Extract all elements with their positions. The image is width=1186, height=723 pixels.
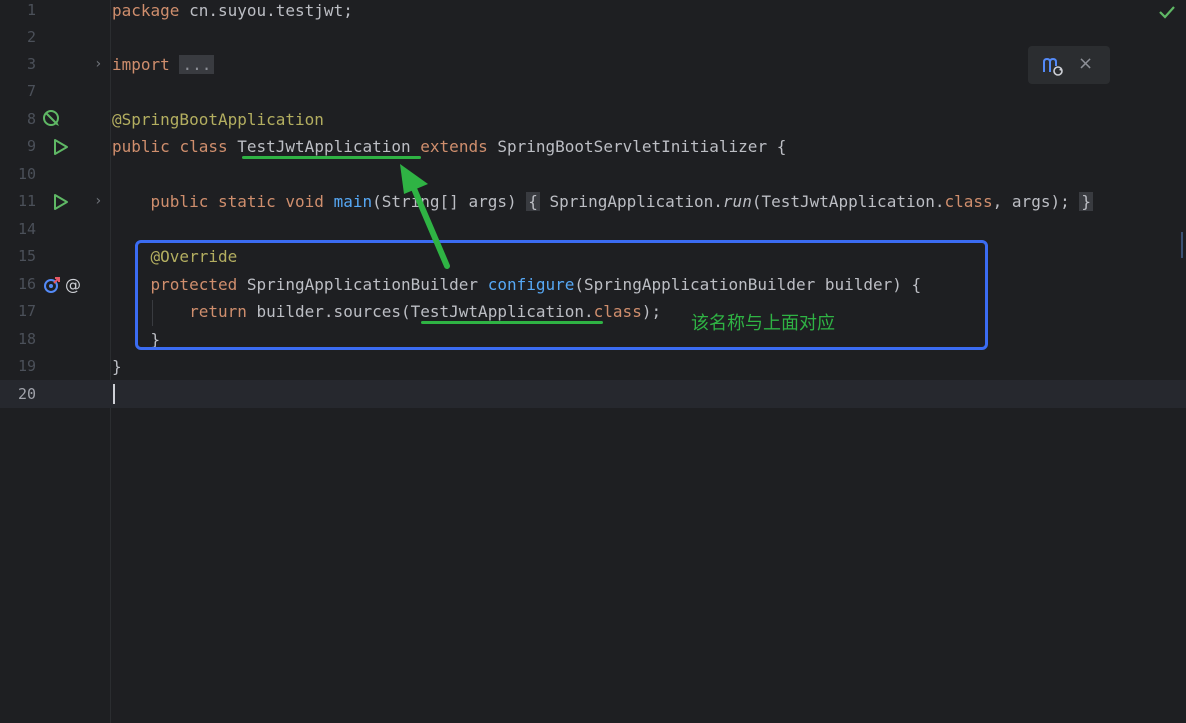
keyword: extends	[420, 137, 488, 156]
line-number-20: 20	[17, 385, 36, 403]
class-name: TestJwtApplication	[237, 137, 411, 156]
override-icon[interactable]	[42, 275, 62, 295]
annotation: @SpringBootApplication	[112, 110, 324, 129]
class-keyword: class	[944, 192, 993, 211]
method-name: main	[333, 192, 373, 211]
highlight-box	[135, 240, 988, 350]
brace: }	[112, 357, 122, 376]
scrollbar-marker[interactable]	[1181, 232, 1183, 258]
keyword: void	[285, 192, 324, 211]
code-line-3[interactable]: import ...	[112, 51, 215, 78]
bean-icon[interactable]	[42, 109, 62, 129]
maven-reload-icon[interactable]	[1042, 56, 1064, 76]
call: (TestJwtApplication.	[751, 192, 945, 211]
keyword: package	[112, 1, 180, 20]
package-name: cn.suyou.testjwt;	[179, 1, 353, 20]
line-number-19: 19	[17, 357, 36, 375]
folded-imports[interactable]: ...	[179, 55, 215, 74]
annotation-note: 该名称与上面对应	[691, 313, 835, 334]
class-name-underline	[242, 156, 421, 159]
line-number-3: 3	[26, 55, 36, 73]
svg-text:@: @	[65, 275, 81, 294]
code-line-20[interactable]	[112, 381, 1172, 408]
line-number-16: 16	[17, 275, 36, 293]
code-line-19[interactable]: }	[112, 353, 122, 380]
keyword: import	[112, 55, 170, 74]
run-method: run	[722, 192, 752, 211]
run-main-icon[interactable]	[51, 192, 71, 212]
at-icon[interactable]: @	[63, 275, 83, 295]
keyword: public	[150, 192, 209, 211]
close-brace: }	[1079, 192, 1093, 211]
line-number-11: 11	[17, 192, 36, 210]
line-number-17: 17	[17, 302, 36, 320]
line-number-9: 9	[26, 137, 36, 155]
code-line-9[interactable]: public class TestJwtApplication extends …	[112, 133, 786, 160]
line-number-2: 2	[26, 28, 36, 46]
arrow-icon	[400, 164, 450, 269]
line-number-1: 1	[26, 1, 36, 19]
fold-chevron-icon[interactable]: ›	[94, 51, 102, 78]
open-brace: {	[526, 192, 540, 211]
code-line-8[interactable]: @SpringBootApplication	[112, 106, 324, 133]
line-number-7: 7	[26, 82, 36, 100]
line-number-10: 10	[17, 165, 36, 183]
line-number-8: 8	[26, 110, 36, 128]
maven-reload-popup: ×	[1028, 46, 1110, 84]
code-line-11[interactable]: public static void main(String[] args) {…	[112, 188, 1093, 215]
call: , args);	[992, 192, 1070, 211]
sources-underline	[421, 321, 603, 324]
fold-chevron-icon[interactable]: ›	[94, 188, 102, 215]
run-icon[interactable]	[51, 137, 71, 157]
close-icon[interactable]: ×	[1078, 53, 1093, 74]
line-number-15: 15	[17, 247, 36, 265]
checkmark-icon[interactable]	[1158, 4, 1176, 20]
keyword: static	[217, 192, 276, 211]
line-number-14: 14	[17, 220, 36, 238]
keyword: class	[179, 137, 228, 156]
line-number-18: 18	[17, 330, 36, 348]
text-caret	[113, 384, 115, 404]
call: SpringApplication.	[549, 192, 723, 211]
keyword: public	[112, 137, 170, 156]
superclass: SpringBootServletInitializer {	[487, 137, 787, 156]
code-line-1[interactable]: package cn.suyou.testjwt;	[112, 0, 353, 24]
